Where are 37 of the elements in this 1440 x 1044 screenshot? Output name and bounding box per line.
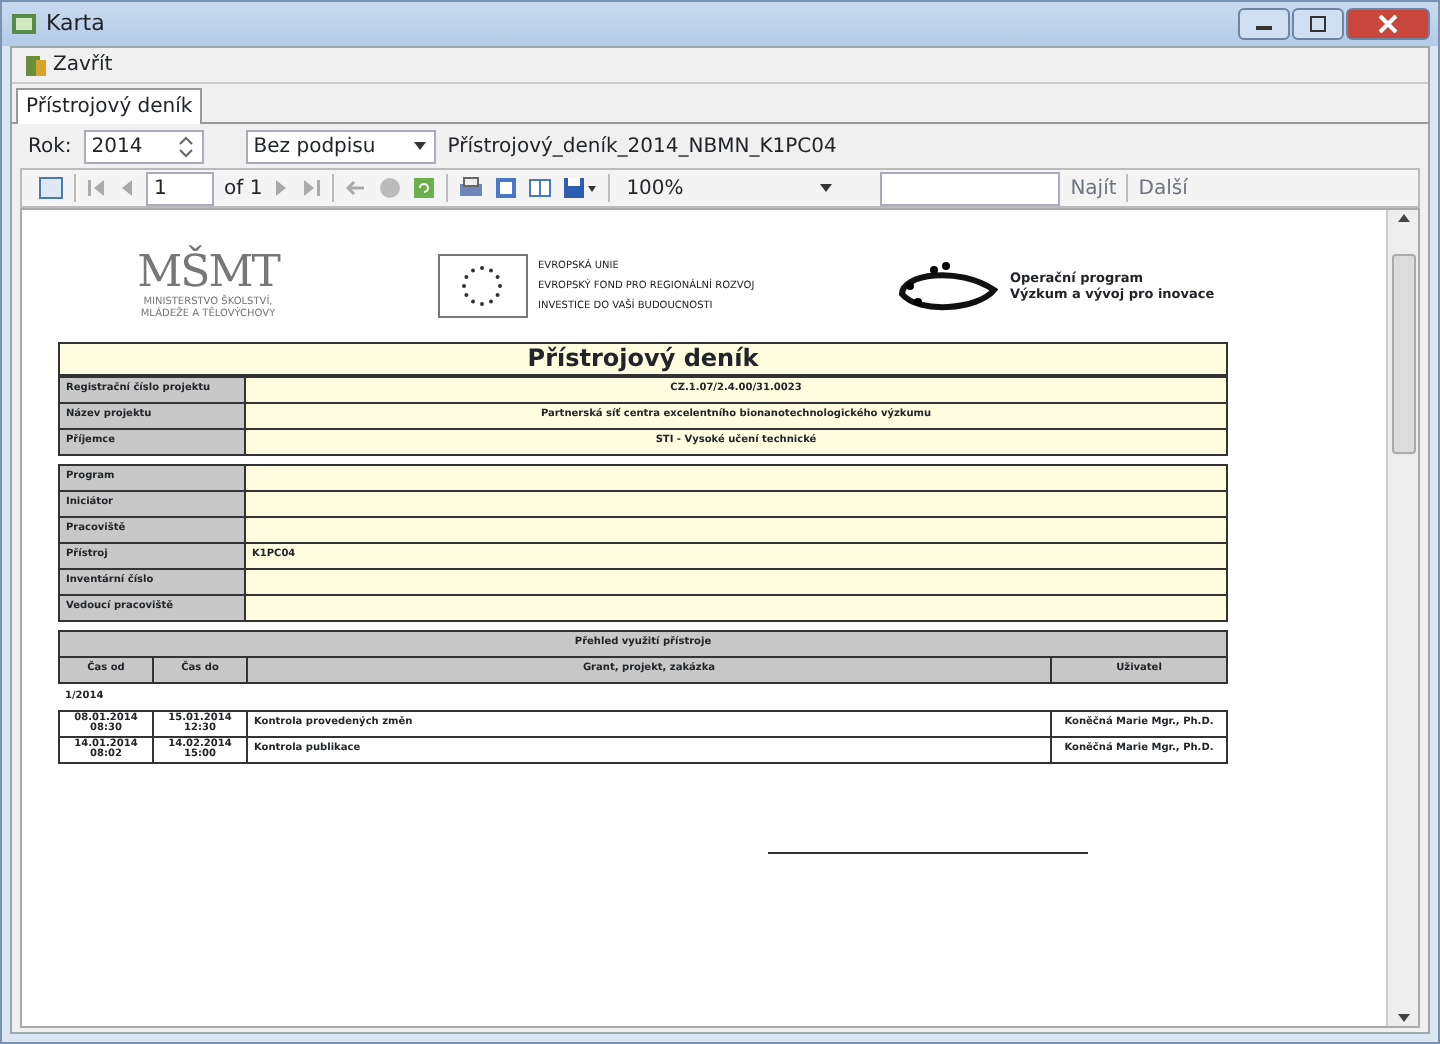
year-spinner[interactable]: 2014	[83, 129, 204, 163]
back-icon[interactable]	[344, 176, 369, 200]
page-setup-icon[interactable]	[528, 176, 553, 200]
close-button[interactable]	[1346, 8, 1430, 40]
report-title: Přístrojový deník	[58, 342, 1228, 376]
window-title: Karta	[46, 7, 105, 40]
last-page-icon[interactable]	[302, 176, 323, 200]
print-icon[interactable]	[458, 176, 485, 200]
refresh-icon[interactable]	[412, 176, 437, 200]
scroll-thumb[interactable]	[1391, 254, 1415, 454]
scroll-down-icon[interactable]	[1395, 1010, 1411, 1026]
close-icon	[1378, 14, 1398, 34]
page-count: of 1	[224, 175, 263, 203]
caret-icon	[818, 180, 835, 196]
minimize-button[interactable]	[1238, 8, 1290, 40]
app-icon	[10, 10, 38, 38]
tab[interactable]: Přístrojový deník	[16, 88, 203, 124]
next-link[interactable]: Další	[1138, 173, 1188, 203]
stars-flag-icon	[438, 254, 528, 318]
find-field[interactable]	[880, 171, 1061, 205]
document-map-icon[interactable]	[38, 176, 64, 200]
maximize-icon	[1308, 14, 1328, 34]
year-label: Rok:	[28, 133, 72, 161]
exit-icon	[24, 53, 48, 77]
report-name: Přístrojový_deník_2014_NBMN_K1PC04	[447, 133, 837, 161]
close-report-button[interactable]: Zavřít	[24, 50, 113, 80]
signature-dropdown[interactable]: Bez podpisu	[245, 129, 436, 163]
page-field[interactable]: 1	[146, 171, 214, 205]
find-link[interactable]: Najít	[1070, 173, 1117, 203]
first-page-icon[interactable]	[86, 176, 106, 200]
save-icon[interactable]	[562, 176, 599, 200]
print-layout-icon[interactable]	[494, 176, 519, 200]
swoosh-logo-icon	[898, 258, 998, 314]
zoom-dropdown[interactable]: 100%	[620, 171, 841, 205]
spin-icon	[175, 135, 196, 157]
maximize-button[interactable]	[1292, 8, 1344, 40]
caret-icon	[411, 138, 428, 154]
